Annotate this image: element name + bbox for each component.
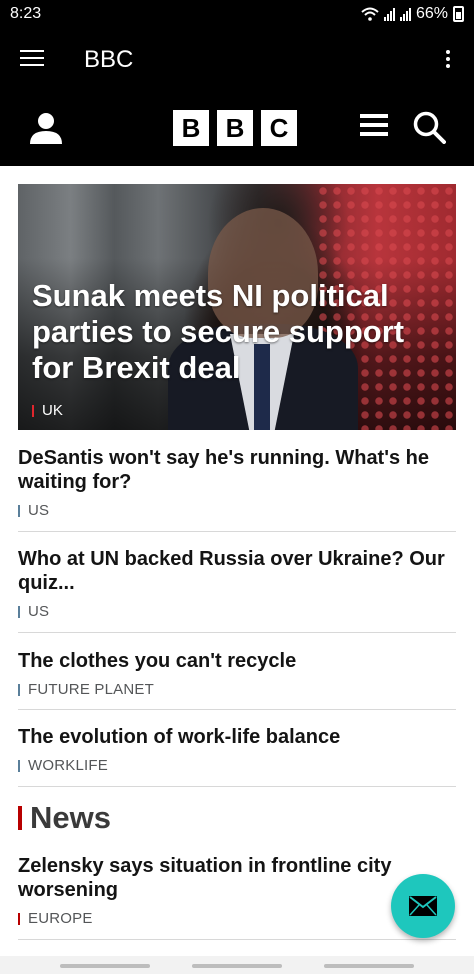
- story-tag: WORKLIFE: [18, 757, 456, 774]
- hero-tag: UK: [32, 402, 63, 419]
- list-item[interactable]: Who at UN backed Russia over Ukraine? Ou…: [18, 547, 456, 633]
- section-bar: [18, 806, 22, 830]
- story-tag: US: [18, 502, 456, 519]
- story-tag: US: [18, 603, 456, 620]
- list-item[interactable]: The evolution of work-life balance WORKL…: [18, 725, 456, 787]
- story-tag-label: EUROPE: [28, 910, 93, 927]
- story-tag-label: US: [28, 603, 50, 620]
- tag-bar: [18, 504, 20, 517]
- logo-letter: B: [173, 110, 209, 146]
- logo-letter: C: [261, 110, 297, 146]
- tag-bar: [18, 605, 20, 618]
- logo-letter: B: [217, 110, 253, 146]
- nav-back-button[interactable]: [324, 964, 414, 968]
- app-title: BBC: [84, 46, 134, 73]
- bbc-logo[interactable]: B B C: [173, 110, 297, 146]
- story-tag-label: WORKLIFE: [28, 757, 108, 774]
- list-item[interactable]: Zelensky says situation in frontline cit…: [18, 854, 456, 940]
- battery-percent: 66%: [415, 5, 448, 22]
- app-bar: BBC: [0, 30, 474, 90]
- story-tag: EUROPE: [18, 910, 456, 927]
- account-icon[interactable]: [28, 110, 64, 146]
- nav-recent-button[interactable]: [60, 964, 150, 968]
- story-tag-label: US: [28, 502, 50, 519]
- search-icon[interactable]: [412, 110, 446, 144]
- signal-icon-2: [399, 7, 411, 21]
- story-title: Who at UN backed Russia over Ukraine? Ou…: [18, 548, 445, 594]
- story-tag: FUTURE PLANET: [18, 681, 456, 698]
- hero-tag-label: UK: [42, 402, 63, 419]
- system-nav-bar: [0, 956, 474, 974]
- tag-bar: [32, 404, 34, 417]
- wifi-icon: [361, 7, 379, 21]
- battery-icon: [453, 6, 464, 22]
- status-time: 8:23: [10, 5, 42, 22]
- list-item[interactable]: The clothes you can't recycle FUTURE PLA…: [18, 649, 456, 710]
- story-title: The evolution of work-life balance: [18, 726, 341, 748]
- tag-bar: [18, 759, 20, 772]
- mail-fab-button[interactable]: [391, 874, 455, 938]
- section-title: News: [30, 800, 111, 835]
- mail-icon: [409, 896, 437, 916]
- signal-icon: [383, 7, 395, 21]
- status-icons: 66%: [361, 5, 464, 23]
- hamburger-icon[interactable]: [20, 50, 44, 68]
- tag-bar: [18, 912, 20, 925]
- nav-home-button[interactable]: [192, 964, 282, 968]
- list-item[interactable]: DeSantis won't say he's running. What's …: [18, 446, 456, 532]
- bbc-header: B B C: [0, 90, 474, 166]
- tag-bar: [18, 683, 20, 696]
- more-vert-icon[interactable]: [446, 50, 452, 72]
- sections-menu-icon[interactable]: [360, 114, 388, 140]
- story-tag-label: FUTURE PLANET: [28, 681, 154, 698]
- status-bar: 8:23 66%: [0, 0, 474, 30]
- hero-story[interactable]: Sunak meets NI political parties to secu…: [18, 184, 456, 430]
- story-title: The clothes you can't recycle: [18, 650, 297, 672]
- story-title: DeSantis won't say he's running. What's …: [18, 447, 429, 493]
- news-section-header[interactable]: News: [18, 800, 111, 836]
- hero-title: Sunak meets NI political parties to secu…: [32, 278, 405, 385]
- story-title: Zelensky says situation in frontline cit…: [18, 855, 392, 901]
